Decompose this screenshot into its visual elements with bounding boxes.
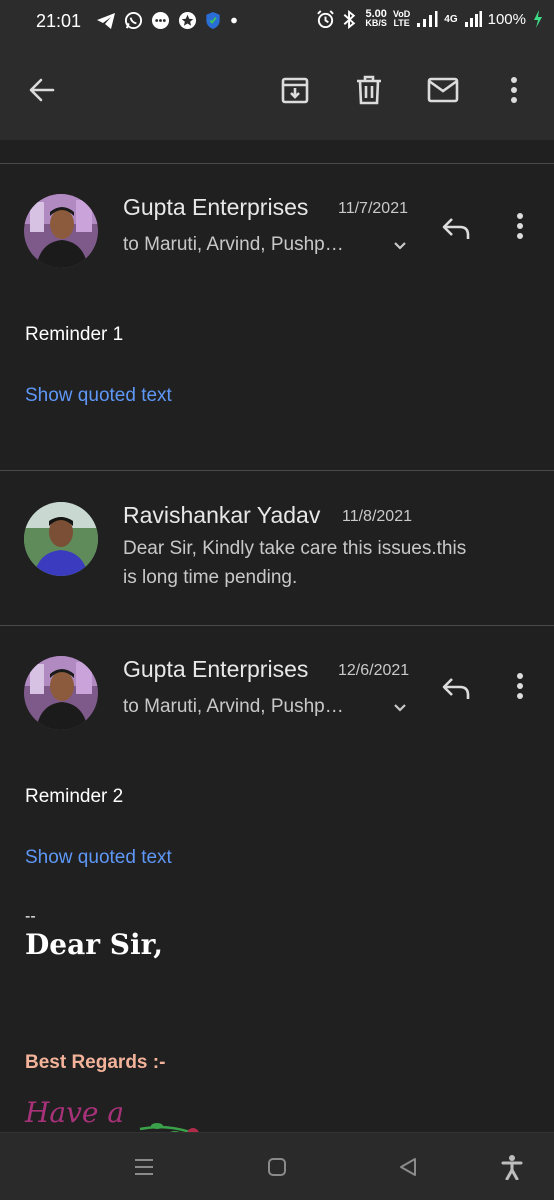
show-quoted-text-link[interactable]: Show quoted text [25, 385, 172, 407]
accessibility-button[interactable] [488, 1143, 536, 1191]
more-vert-icon [511, 77, 517, 103]
message-item[interactable]: Gupta Enterprises 12/6/2021 to Maruti, A… [0, 626, 554, 1132]
message-body: Reminder 1 [25, 324, 124, 345]
email-thread-screen: 21:01 5.00 KB/S VoD LTE 4G 100% Gupta En… [0, 0, 554, 1200]
archive-button[interactable] [271, 66, 319, 114]
volte-indicator: VoD LTE [393, 10, 410, 28]
signal-2-icon [464, 11, 482, 27]
message-date: 11/8/2021 [342, 508, 412, 525]
recents-button[interactable] [120, 1143, 168, 1191]
reply-icon [442, 678, 470, 699]
reply-button[interactable] [432, 664, 480, 712]
expand-chevron-icon [394, 242, 406, 250]
more-vert-icon [517, 213, 523, 239]
network-speed: 5.00 KB/S [365, 9, 387, 28]
status-time: 21:01 [36, 11, 82, 31]
avatar[interactable] [24, 502, 98, 576]
delete-icon [357, 75, 381, 105]
system-status-icons: 5.00 KB/S VoD LTE 4G 100% [316, 9, 544, 29]
signature-art-text: Have a [25, 1096, 125, 1129]
star-badge-icon [178, 11, 197, 30]
rose-decoration-icon [139, 1123, 199, 1132]
system-navigation-bar [0, 1132, 554, 1200]
recipients[interactable]: to Maruti, Arvind, Pushp… [123, 696, 344, 718]
back-arrow-icon [29, 78, 55, 102]
more-vert-icon [517, 673, 523, 699]
back-nav-icon [400, 1158, 416, 1176]
volte-bottom: LTE [393, 18, 410, 28]
recipient-details-button[interactable] [388, 696, 412, 720]
back-button[interactable] [18, 66, 66, 114]
notification-icons [96, 11, 239, 30]
signature-greeting: Dear Sir, [25, 928, 164, 961]
archive-icon [281, 77, 309, 104]
avatar[interactable] [24, 656, 98, 730]
message-snippet: Dear Sir, Kindly take care this issues.t… [123, 534, 533, 592]
reply-button[interactable] [432, 204, 480, 252]
avatar[interactable] [24, 194, 98, 268]
battery-percentage: 100% [487, 10, 526, 28]
sender-name: Ravishankar Yadav [123, 502, 321, 528]
back-nav-button[interactable] [384, 1143, 432, 1191]
avatar-photo [24, 502, 98, 576]
dot-indicator-icon [231, 17, 237, 24]
expand-chevron-icon [394, 704, 406, 712]
status-bar: 21:01 5.00 KB/S VoD LTE 4G 100% [0, 0, 554, 44]
sender-name: Gupta Enterprises [123, 656, 309, 682]
more-options-button[interactable] [490, 66, 538, 114]
message-more-button[interactable] [498, 664, 542, 708]
reply-icon [442, 218, 470, 239]
home-button[interactable] [253, 1143, 301, 1191]
chat-icon [151, 11, 170, 30]
avatar-photo [24, 656, 98, 730]
recipient-details-button[interactable] [388, 234, 412, 258]
battery-charging-icon [534, 10, 542, 28]
message-more-button[interactable] [498, 204, 542, 248]
mark-unread-button[interactable] [419, 66, 467, 114]
vpn-shield-icon [206, 11, 220, 30]
signature-regards: Best Regards :- [25, 1052, 166, 1073]
app-bar [0, 44, 554, 140]
snippet-line: Dear Sir, Kindly take care this issues.t… [123, 538, 467, 559]
delete-button[interactable] [345, 66, 393, 114]
message-body: Reminder 2 [25, 786, 124, 807]
mail-icon [427, 77, 459, 103]
home-icon [268, 1158, 286, 1176]
recents-icon [135, 1159, 153, 1175]
bluetooth-icon [344, 9, 356, 29]
message-date: 12/6/2021 [338, 662, 410, 679]
message-item[interactable]: Gupta Enterprises 11/7/2021 to Maruti, A… [0, 164, 554, 470]
accessibility-icon [501, 1155, 523, 1180]
alarm-icon [317, 9, 335, 28]
network-type: 4G [444, 13, 458, 25]
message-item-collapsed[interactable]: Ravishankar Yadav 11/8/2021 Dear Sir, Ki… [0, 471, 554, 625]
signature-separator: -- [25, 908, 36, 925]
network-speed-unit: KB/S [365, 18, 387, 28]
telegram-icon [97, 12, 115, 29]
snippet-line: is long time pending. [123, 567, 298, 588]
sender-name: Gupta Enterprises [123, 194, 309, 220]
show-quoted-text-link[interactable]: Show quoted text [25, 847, 172, 869]
signal-icon [417, 11, 438, 27]
message-date: 11/7/2021 [338, 200, 408, 217]
avatar-photo [24, 194, 98, 268]
whatsapp-icon [124, 11, 143, 30]
recipients[interactable]: to Maruti, Arvind, Pushp… [123, 234, 344, 256]
